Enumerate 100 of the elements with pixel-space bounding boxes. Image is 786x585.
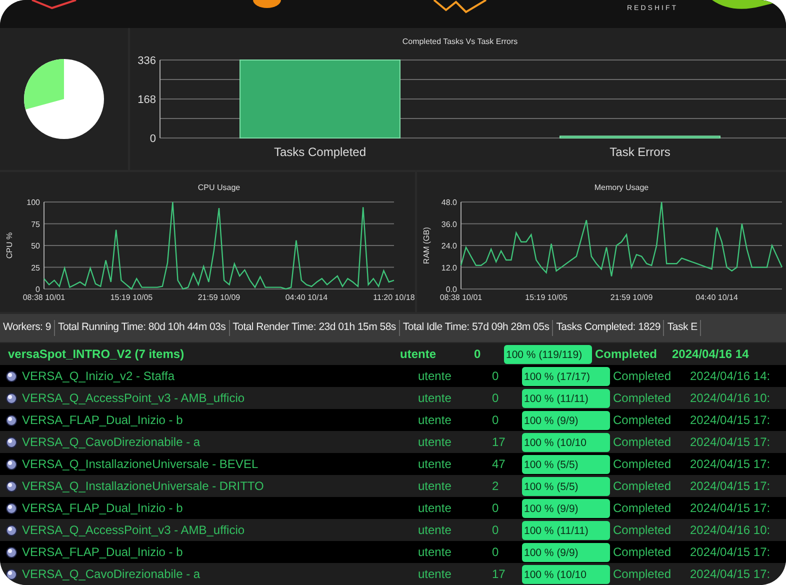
job-status: Completed: [612, 478, 672, 495]
job-count: 2: [492, 478, 500, 495]
status-item: Total Running Time: 80d 10h 44m 03s: [54, 320, 230, 336]
job-status: Completed: [612, 434, 672, 451]
chart-title: CPU Usage: [198, 183, 240, 192]
job-date: 2024/04/16 10:: [690, 390, 770, 407]
axis-tick-label: 50: [31, 242, 40, 250]
job-row[interactable]: VERSA_FLAP_Dual_Inizio - b utente 0 100 % (9/9) Completed 2024/04/15 17:: [0, 497, 786, 519]
status-item: Task E: [664, 320, 702, 336]
job-name: VERSA_FLAP_Dual_Inizio - b: [22, 544, 184, 561]
job-row[interactable]: VERSA_Q_Inizio_v2 - Staffa utente 0 100 % (17/17) Completed 2024/04/16 14:: [0, 365, 786, 387]
job-name: VERSA_Q_InstallazioneUniversale - DRITTO: [22, 478, 265, 495]
job-user: utente: [418, 456, 452, 473]
progress-text: 100 % (10/10: [523, 568, 588, 580]
axis-tick-label: 04:40 10/14: [696, 293, 738, 302]
axis-tick-label: 12.0: [441, 263, 457, 272]
job-date: 2024/04/15 17:: [690, 566, 770, 583]
job-user: utente: [418, 368, 452, 385]
axis-tick-label: 15:19 10/05: [525, 293, 568, 302]
progress-text: 100 % (11/11): [523, 524, 590, 536]
job-date: 2024/04/15 17:: [690, 456, 770, 473]
job-status: Completed: [612, 544, 672, 561]
axis-tick-label: 11:20 10/18: [373, 293, 415, 302]
zigzag-logo-icon: [432, 0, 488, 16]
chart-title: Completed Tasks Vs Task Errors: [402, 37, 518, 46]
job-date: 2024/04/15 17:: [690, 500, 770, 517]
job-date: 2024/04/16 14: [672, 346, 749, 363]
job-count: 0: [492, 500, 500, 517]
job-user: utente: [418, 434, 452, 451]
axis-label: RAM (GB): [422, 227, 431, 264]
job-name: VERSA_FLAP_Dual_Inizio - b: [22, 500, 184, 517]
job-name: VERSA_Q_AccessPoint_v3 - AMB_ufficio: [22, 522, 246, 539]
job-date: 2024/04/15 17:: [690, 434, 770, 451]
progress-text: 100 % (17/17): [523, 370, 591, 382]
job-row[interactable]: VERSA_FLAP_Dual_Inizio - b utente 0 100 % (9/9) Completed 2024/04/15 17:: [0, 541, 786, 563]
job-count: 17: [492, 566, 506, 583]
sphere-icon: [6, 502, 16, 514]
job-row[interactable]: VERSA_Q_AccessPoint_v3 - AMB_ufficio utente 0 100 % (11/11) Completed 2024/04/16 10:: [0, 387, 786, 409]
sphere-icon: [6, 414, 16, 426]
progress-text: 100 % (10/10: [523, 436, 588, 448]
job-status: Completed: [612, 500, 672, 517]
job-count: 0: [474, 346, 482, 363]
job-row[interactable]: VERSA_Q_CavoDirezionabile - a utente 17 100 % (10/10 Completed 2024/04/15 17:: [0, 563, 786, 585]
job-status: Completed: [612, 412, 672, 429]
axis-tick-label: 21:59 10/09: [198, 293, 240, 302]
job-row[interactable]: VERSA_Q_CavoDirezionabile - a utente 17 100 % (10/10 Completed 2024/04/15 17:: [0, 431, 786, 453]
status-item: Total Render Time: 23d 01h 15m 58s: [230, 320, 400, 336]
sphere-icon: [6, 524, 16, 536]
axis-tick-label: 24.0: [441, 242, 457, 250]
status-item: Workers: 9: [0, 320, 55, 336]
job-group-row[interactable]: versaSpot_INTRO_V2 (7 items) utente 0 100 % (119/119) Completed 2024/04/16 14: [0, 343, 786, 365]
axis-tick-label: 75: [31, 220, 40, 229]
job-status: Completed: [612, 368, 672, 385]
axis-tick-label: 100: [26, 198, 40, 207]
status-item: Tasks Completed: 1829: [553, 320, 664, 336]
chart-title: Memory Usage: [594, 183, 649, 192]
sphere-icon: [6, 458, 16, 470]
progress-text: 100 % (5/5): [523, 458, 580, 470]
sphere-icon: [6, 480, 16, 492]
job-name: VERSA_FLAP_Dual_Inizio - b: [22, 412, 184, 429]
job-count: 0: [492, 368, 500, 385]
job-row[interactable]: VERSA_FLAP_Dual_Inizio - b utente 0 100 % (9/9) Completed 2024/04/15 17:: [0, 409, 786, 431]
job-name: VERSA_Q_CavoDirezionabile - a: [22, 434, 202, 451]
job-row[interactable]: VERSA_Q_InstallazioneUniversale - BEVEL utente 47 100 % (5/5) Completed 2024/04/15 17:: [0, 453, 786, 475]
job-row[interactable]: VERSA_Q_AccessPoint_v3 - AMB_ufficio utente 0 100 % (11/11) Completed 2024/04/16 10:: [0, 519, 786, 541]
job-name: VERSA_Q_InstallazioneUniversale - BEVEL: [22, 456, 260, 473]
job-count: 0: [492, 522, 500, 539]
axis-tick-label: 48.0: [441, 198, 457, 207]
job-count: 47: [492, 456, 506, 473]
axis-tick-label: 0: [150, 133, 156, 145]
axis-tick-label: 168: [138, 94, 156, 106]
job-user: utente: [418, 544, 452, 561]
axis-tick-label: 04:40 10/14: [285, 293, 328, 302]
sphere-icon: [6, 436, 16, 448]
axis-tick-label: Tasks Completed: [274, 145, 366, 159]
job-date: 2024/04/15 17:: [690, 412, 770, 429]
job-status: Completed: [612, 522, 672, 539]
sphere-icon: [6, 392, 16, 404]
axis-tick-label: 15:19 10/05: [110, 293, 153, 302]
axis-tick-label: 08:38 10/01: [22, 293, 66, 302]
job-date: 2024/04/15 17:: [690, 544, 770, 561]
axis-tick-label: Task Errors: [610, 145, 670, 159]
job-count: 0: [492, 544, 500, 561]
job-user: utente: [418, 566, 452, 583]
job-user: utente: [418, 412, 452, 429]
job-count: 17: [492, 434, 506, 451]
progress-text: 100 % (5/5): [523, 480, 580, 492]
progress-text: 100 % (9/9): [523, 546, 580, 558]
job-name: VERSA_Q_CavoDirezionabile - a: [22, 566, 202, 583]
sphere-icon: [6, 568, 16, 580]
job-row[interactable]: VERSA_Q_InstallazioneUniversale - DRITTO utente 2 100 % (5/5) Completed 2024/04/15 17:: [0, 475, 786, 497]
circle-logo-icon: [252, 0, 282, 8]
sphere-icon: [6, 546, 16, 558]
job-status: Completed: [612, 456, 672, 473]
job-date: 2024/04/16 14:: [690, 368, 770, 385]
job-user: utente: [418, 390, 452, 407]
axis-label: CPU %: [5, 232, 14, 259]
axis-tick-label: 08:38 10/01: [440, 293, 482, 302]
progress-text: 100 % (11/11): [523, 392, 590, 404]
status-item: Total Idle Time: 57d 09h 28m 05s: [400, 320, 554, 336]
